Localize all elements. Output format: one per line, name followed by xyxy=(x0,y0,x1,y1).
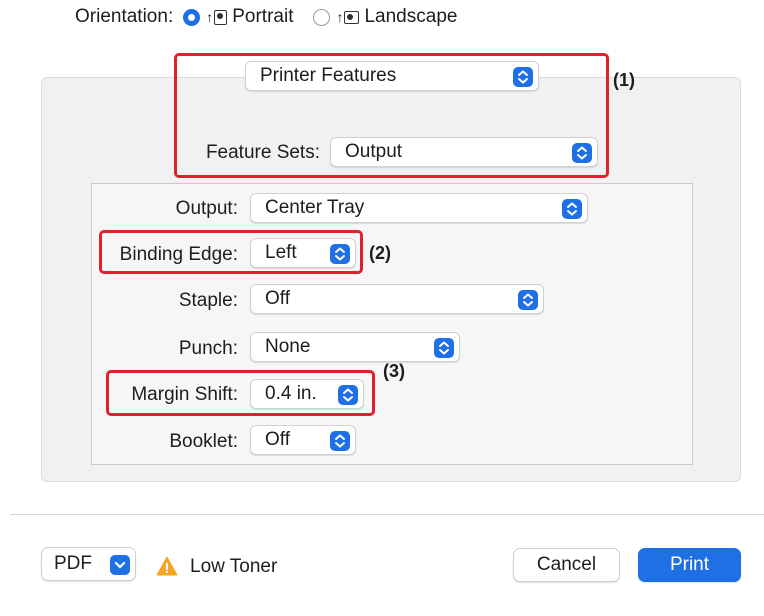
punch-value: None xyxy=(265,336,311,357)
booklet-popup[interactable]: Off xyxy=(250,425,356,455)
portrait-label[interactable]: Portrait xyxy=(232,6,293,28)
orientation-row: Orientation: ↑ Portrait ↑ Landscape xyxy=(75,4,457,30)
print-button[interactable]: Print xyxy=(638,548,741,582)
punch-popup[interactable]: None xyxy=(250,332,460,362)
landscape-orientation-icon: ↑ xyxy=(336,9,360,25)
pdf-label: PDF xyxy=(54,553,92,574)
landscape-radio[interactable] xyxy=(313,8,331,26)
staple-value: Off xyxy=(265,288,290,309)
chevron-up-down-icon xyxy=(330,431,350,451)
highlight-box-1 xyxy=(174,53,609,178)
staple-popup[interactable]: Off xyxy=(250,284,544,314)
portrait-orientation-icon: ↑ xyxy=(206,9,228,25)
cancel-button[interactable]: Cancel xyxy=(513,548,620,582)
callout-1: (1) xyxy=(613,70,635,90)
callout-2: (2) xyxy=(369,243,391,263)
output-options-panel xyxy=(91,183,693,465)
chevron-up-down-icon xyxy=(434,338,454,358)
print-label: Print xyxy=(669,554,710,575)
callout-3: (3) xyxy=(383,361,405,381)
chevron-up-down-icon xyxy=(562,199,582,219)
booklet-value: Off xyxy=(265,429,290,450)
staple-label: Staple: xyxy=(178,290,238,311)
low-toner-text: Low Toner xyxy=(190,556,278,577)
output-popup[interactable]: Center Tray xyxy=(250,193,588,223)
divider xyxy=(10,514,764,515)
warning-triangle-icon xyxy=(156,556,178,576)
pdf-menu-button[interactable]: PDF xyxy=(41,547,136,581)
chevron-up-down-icon xyxy=(518,290,538,310)
cancel-label: Cancel xyxy=(536,554,597,575)
highlight-box-3 xyxy=(106,370,375,416)
highlight-box-2 xyxy=(99,230,363,274)
landscape-label[interactable]: Landscape xyxy=(364,6,457,28)
chevron-down-icon xyxy=(110,555,130,575)
orientation-label: Orientation: xyxy=(75,6,174,27)
punch-label: Punch: xyxy=(178,338,238,359)
output-label: Output: xyxy=(175,198,238,219)
booklet-label: Booklet: xyxy=(169,431,238,452)
output-value: Center Tray xyxy=(265,197,365,218)
portrait-radio[interactable] xyxy=(183,8,201,26)
